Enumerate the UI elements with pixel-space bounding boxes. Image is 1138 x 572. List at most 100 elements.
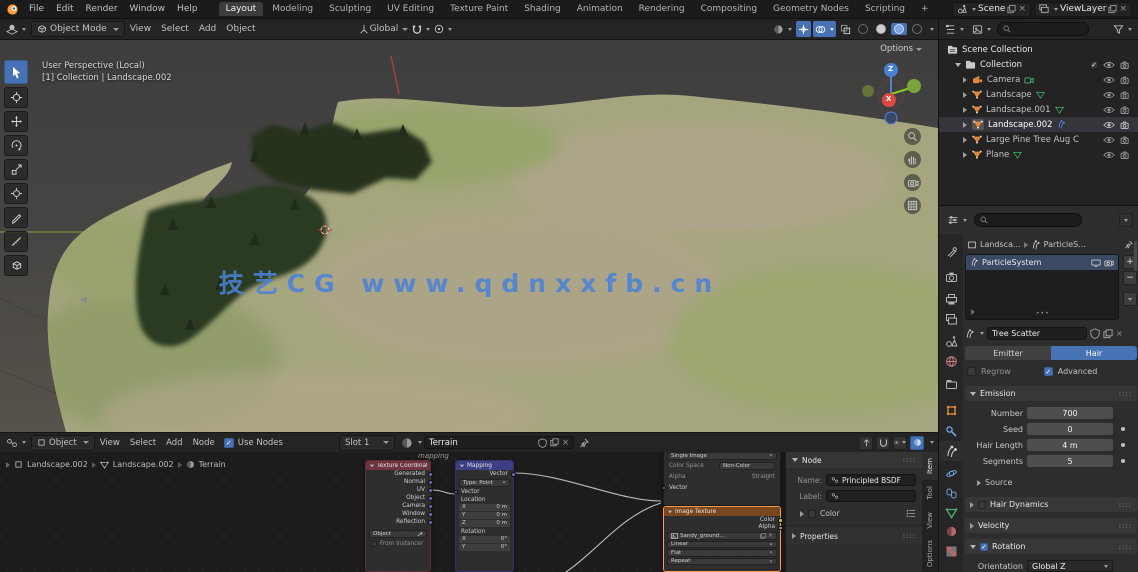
panel-options-grip[interactable]: :::: [903,532,916,540]
tab-material[interactable] [939,521,963,541]
view-layer-selector[interactable]: ViewLayer × [1034,1,1132,17]
move-tool-button[interactable] [4,111,28,132]
blender-logo-icon[interactable] [6,3,19,16]
tab-tool[interactable]: Tool [922,480,938,506]
tab-item[interactable]: Item [922,452,938,480]
transform-tool-button[interactable] [4,183,28,204]
color-space-dropdown[interactable]: Non-Color [719,462,775,470]
expand-icon[interactable] [963,91,967,98]
outliner-row-landscape[interactable]: Landscape [939,87,1138,102]
annotate-tool-button[interactable] [4,207,28,228]
node-panel-header[interactable]: Node :::: [786,452,922,468]
particle-settings-dropdown[interactable] [965,328,984,339]
shading-material-preview-button[interactable] [891,23,907,35]
tab-object-data[interactable] [939,503,963,523]
toggle-perspective-button[interactable] [904,197,921,214]
hide-eye-icon[interactable] [1103,76,1115,84]
rotation-panel-header[interactable]: ✓ Rotation :::: [965,539,1137,554]
animate-seed-dot[interactable] [1121,427,1125,431]
mode-dropdown[interactable]: Object Mode [31,21,125,37]
copy-icon[interactable] [550,438,559,447]
properties-editor-type-button[interactable] [945,212,969,228]
shader-type-dropdown[interactable]: Object [31,434,95,451]
pin-icon[interactable] [1124,240,1133,249]
zoom-button[interactable] [904,128,921,145]
gizmo-x-label[interactable]: X [886,95,891,103]
region-collapse-arrow[interactable]: ◀ [80,295,87,305]
properties-options-button[interactable] [1119,213,1133,227]
expand-icon[interactable] [963,151,967,158]
hide-eye-icon[interactable] [1103,121,1115,129]
animate-segments-dot[interactable] [1121,459,1125,463]
transform-orientation-dropdown[interactable]: Global [357,21,411,37]
menu-window[interactable]: Window [124,4,172,14]
copy-icon[interactable] [1103,328,1113,339]
outliner-row-camera[interactable]: Camera [939,72,1138,87]
regrow-checkbox[interactable] [967,367,976,376]
editor-type-button[interactable] [4,21,28,37]
viewport-menu-add[interactable]: Add [194,24,221,34]
panel-options-grip[interactable]: :::: [1119,543,1132,551]
workspace-tab-shading[interactable]: Shading [517,2,568,16]
show-gizmo-toggle[interactable] [796,21,811,37]
viewport-menu-object[interactable]: Object [221,24,260,34]
list-filter-expand[interactable] [971,309,975,315]
xray-toggle[interactable] [838,21,853,37]
cursor-tool-button[interactable] [4,87,28,108]
scene-selector[interactable]: Scene × [952,1,1031,17]
render-enable-icon[interactable] [1104,259,1114,267]
hide-eye-icon[interactable] [1103,136,1115,144]
node-menu-select[interactable]: Select [125,438,161,448]
advanced-checkbox[interactable]: ✓ [1043,367,1053,376]
rotation-x-field[interactable]: X 0° [459,535,510,543]
disable-render-camera-icon[interactable] [1120,90,1131,99]
pin-icon[interactable] [579,438,589,448]
properties-search-input[interactable] [974,213,1082,227]
tab-modifiers[interactable] [939,421,963,441]
unlink-scene-icon[interactable]: × [1018,4,1026,14]
shading-rendered-button[interactable] [909,23,925,35]
expand-icon[interactable] [955,62,961,67]
gizmo-z-label[interactable]: Z [888,65,893,73]
image-source-dropdown[interactable]: Single Image [667,452,777,460]
workspace-tab-sculpting[interactable]: Sculpting [322,2,378,16]
viewport-3d[interactable]: User Perspective (Local) [1] Collection … [0,40,938,432]
orientation-axis-dropdown[interactable]: Global Z [1027,560,1113,572]
shading-wireframe-button[interactable] [855,23,871,35]
presets-list-icon[interactable] [906,509,916,518]
outliner-row-landscape-002-active[interactable]: Landscape.002 [939,117,1138,132]
viewport-options-dropdown[interactable]: Options [880,44,922,54]
new-scene-icon[interactable] [1007,4,1017,14]
workspace-tab-modeling[interactable]: Modeling [265,2,320,16]
outliner-search-input[interactable] [997,22,1089,36]
navigation-gizmo[interactable]: Z X [858,54,930,130]
properties-scrollbar[interactable] [1134,241,1137,271]
disable-render-camera-icon[interactable] [1120,135,1131,144]
rotation-checkbox[interactable]: ✓ [980,542,988,551]
mapping-node[interactable]: Mapping Vector Type: Point Vector Locati… [453,460,516,572]
material-slot-dropdown[interactable]: Slot 1 [338,434,395,451]
seed-field[interactable]: 0 [1027,423,1113,435]
node-overlays-button[interactable] [893,435,907,450]
disable-render-camera-icon[interactable] [1120,105,1131,114]
tab-world[interactable] [939,351,963,371]
number-field[interactable]: 700 [1027,407,1113,419]
projection-dropdown[interactable]: Flat [667,549,777,557]
rotation-y-field[interactable]: Y 0° [459,543,510,551]
material-browse-dropdown[interactable] [401,437,422,449]
emitter-button[interactable]: Emitter [965,346,1051,360]
disable-render-camera-icon[interactable] [1120,60,1131,69]
animate-hair-length-dot[interactable] [1121,443,1125,447]
viewport-menu-select[interactable]: Select [156,24,194,34]
location-y-field[interactable]: Y0 m [459,511,510,519]
add-workspace-button[interactable]: + [914,2,936,16]
select-box-tool-button[interactable] [4,60,28,84]
panel-options-grip[interactable]: :::: [1119,390,1132,398]
tab-scene[interactable] [939,331,963,351]
node-label-input[interactable] [826,490,916,502]
pan-button[interactable] [904,151,921,168]
outliner-display-mode-dropdown[interactable] [943,21,966,37]
tab-view-layer[interactable] [939,309,963,329]
remove-view-layer-icon[interactable]: × [1119,4,1127,14]
node-menu-view[interactable]: View [95,438,125,448]
